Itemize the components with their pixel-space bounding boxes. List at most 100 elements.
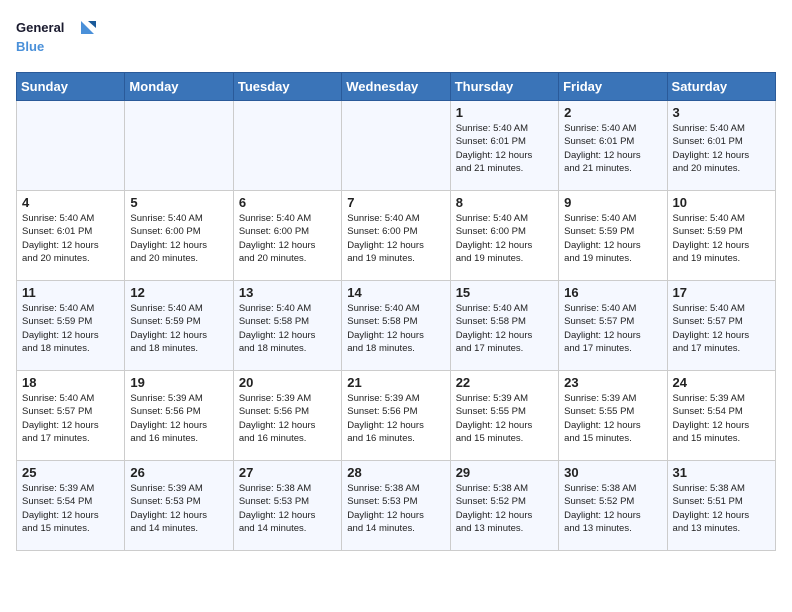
header-saturday: Saturday: [667, 73, 775, 101]
day-number: 20: [239, 375, 336, 390]
calendar-cell: 27 Sunrise: 5:38 AM Sunset: 5:53 PM Dayli…: [233, 461, 341, 551]
day-number: 25: [22, 465, 119, 480]
day-number: 28: [347, 465, 444, 480]
week-row-4: 18 Sunrise: 5:40 AM Sunset: 5:57 PM Dayli…: [17, 371, 776, 461]
day-number: 17: [673, 285, 770, 300]
calendar-table: SundayMondayTuesdayWednesdayThursdayFrid…: [16, 72, 776, 551]
day-info: Sunrise: 5:39 AM Sunset: 5:56 PM Dayligh…: [130, 392, 227, 445]
calendar-cell: 19 Sunrise: 5:39 AM Sunset: 5:56 PM Dayli…: [125, 371, 233, 461]
calendar-cell: [17, 101, 125, 191]
day-info: Sunrise: 5:40 AM Sunset: 5:59 PM Dayligh…: [564, 212, 661, 265]
day-info: Sunrise: 5:39 AM Sunset: 5:55 PM Dayligh…: [456, 392, 553, 445]
day-number: 23: [564, 375, 661, 390]
calendar-cell: 22Sunrise: 5:39 AM Sunset: 5:55 PM Dayli…: [450, 371, 558, 461]
day-info: Sunrise: 5:40 AM Sunset: 5:58 PM Dayligh…: [456, 302, 553, 355]
day-number: 18: [22, 375, 119, 390]
calendar-cell: 12 Sunrise: 5:40 AM Sunset: 5:59 PM Dayli…: [125, 281, 233, 371]
day-number: 27: [239, 465, 336, 480]
day-info: Sunrise: 5:40 AM Sunset: 5:59 PM Dayligh…: [673, 212, 770, 265]
day-number: 6: [239, 195, 336, 210]
logo: General Blue: [16, 16, 106, 60]
calendar-cell: 10 Sunrise: 5:40 AM Sunset: 5:59 PM Dayli…: [667, 191, 775, 281]
day-info: Sunrise: 5:38 AM Sunset: 5:51 PM Dayligh…: [673, 482, 770, 535]
calendar-cell: 2Sunrise: 5:40 AM Sunset: 6:01 PM Daylig…: [559, 101, 667, 191]
svg-text:Blue: Blue: [16, 39, 44, 54]
day-info: Sunrise: 5:40 AM Sunset: 6:01 PM Dayligh…: [22, 212, 119, 265]
day-number: 8: [456, 195, 553, 210]
calendar-cell: 16 Sunrise: 5:40 AM Sunset: 5:57 PM Dayli…: [559, 281, 667, 371]
calendar-cell: 15 Sunrise: 5:40 AM Sunset: 5:58 PM Dayli…: [450, 281, 558, 371]
day-info: Sunrise: 5:40 AM Sunset: 6:00 PM Dayligh…: [130, 212, 227, 265]
day-number: 3: [673, 105, 770, 120]
day-info: Sunrise: 5:40 AM Sunset: 5:57 PM Dayligh…: [673, 302, 770, 355]
day-number: 24: [673, 375, 770, 390]
day-info: Sunrise: 5:38 AM Sunset: 5:52 PM Dayligh…: [456, 482, 553, 535]
day-number: 1: [456, 105, 553, 120]
day-info: Sunrise: 5:40 AM Sunset: 5:59 PM Dayligh…: [22, 302, 119, 355]
calendar-cell: 4 Sunrise: 5:40 AM Sunset: 6:01 PM Daylig…: [17, 191, 125, 281]
calendar-cell: 24 Sunrise: 5:39 AM Sunset: 5:54 PM Dayli…: [667, 371, 775, 461]
day-info: Sunrise: 5:40 AM Sunset: 5:58 PM Dayligh…: [239, 302, 336, 355]
header-tuesday: Tuesday: [233, 73, 341, 101]
day-info: Sunrise: 5:39 AM Sunset: 5:53 PM Dayligh…: [130, 482, 227, 535]
calendar-cell: 25 Sunrise: 5:39 AM Sunset: 5:54 PM Dayli…: [17, 461, 125, 551]
calendar-cell: 14 Sunrise: 5:40 AM Sunset: 5:58 PM Dayli…: [342, 281, 450, 371]
header-thursday: Thursday: [450, 73, 558, 101]
day-number: 12: [130, 285, 227, 300]
calendar-cell: 23Sunrise: 5:39 AM Sunset: 5:55 PM Dayli…: [559, 371, 667, 461]
calendar-cell: 31Sunrise: 5:38 AM Sunset: 5:51 PM Dayli…: [667, 461, 775, 551]
day-number: 30: [564, 465, 661, 480]
calendar-cell: 3Sunrise: 5:40 AM Sunset: 6:01 PM Daylig…: [667, 101, 775, 191]
day-number: 26: [130, 465, 227, 480]
day-number: 7: [347, 195, 444, 210]
day-info: Sunrise: 5:40 AM Sunset: 5:58 PM Dayligh…: [347, 302, 444, 355]
svg-text:General: General: [16, 20, 64, 35]
day-info: Sunrise: 5:40 AM Sunset: 5:57 PM Dayligh…: [564, 302, 661, 355]
week-row-5: 25 Sunrise: 5:39 AM Sunset: 5:54 PM Dayli…: [17, 461, 776, 551]
day-info: Sunrise: 5:40 AM Sunset: 5:57 PM Dayligh…: [22, 392, 119, 445]
week-row-3: 11Sunrise: 5:40 AM Sunset: 5:59 PM Dayli…: [17, 281, 776, 371]
calendar-cell: 28Sunrise: 5:38 AM Sunset: 5:53 PM Dayli…: [342, 461, 450, 551]
calendar-cell: 7 Sunrise: 5:40 AM Sunset: 6:00 PM Daylig…: [342, 191, 450, 281]
day-info: Sunrise: 5:40 AM Sunset: 5:59 PM Dayligh…: [130, 302, 227, 355]
calendar-cell: 26 Sunrise: 5:39 AM Sunset: 5:53 PM Dayli…: [125, 461, 233, 551]
day-info: Sunrise: 5:38 AM Sunset: 5:53 PM Dayligh…: [239, 482, 336, 535]
calendar-cell: 1Sunrise: 5:40 AM Sunset: 6:01 PM Daylig…: [450, 101, 558, 191]
day-number: 5: [130, 195, 227, 210]
week-row-2: 4 Sunrise: 5:40 AM Sunset: 6:01 PM Daylig…: [17, 191, 776, 281]
day-info: Sunrise: 5:39 AM Sunset: 5:56 PM Dayligh…: [239, 392, 336, 445]
calendar-cell: 13 Sunrise: 5:40 AM Sunset: 5:58 PM Dayli…: [233, 281, 341, 371]
day-info: Sunrise: 5:38 AM Sunset: 5:52 PM Dayligh…: [564, 482, 661, 535]
calendar-cell: 18 Sunrise: 5:40 AM Sunset: 5:57 PM Dayli…: [17, 371, 125, 461]
day-number: 4: [22, 195, 119, 210]
day-number: 13: [239, 285, 336, 300]
day-info: Sunrise: 5:40 AM Sunset: 6:00 PM Dayligh…: [347, 212, 444, 265]
day-number: 19: [130, 375, 227, 390]
calendar-cell: 5 Sunrise: 5:40 AM Sunset: 6:00 PM Daylig…: [125, 191, 233, 281]
day-info: Sunrise: 5:40 AM Sunset: 6:00 PM Dayligh…: [239, 212, 336, 265]
calendar-cell: 21 Sunrise: 5:39 AM Sunset: 5:56 PM Dayli…: [342, 371, 450, 461]
header-monday: Monday: [125, 73, 233, 101]
calendar-cell: [125, 101, 233, 191]
calendar-cell: [342, 101, 450, 191]
week-row-1: 1Sunrise: 5:40 AM Sunset: 6:01 PM Daylig…: [17, 101, 776, 191]
day-info: Sunrise: 5:39 AM Sunset: 5:54 PM Dayligh…: [22, 482, 119, 535]
calendar-cell: 30 Sunrise: 5:38 AM Sunset: 5:52 PM Dayli…: [559, 461, 667, 551]
day-number: 16: [564, 285, 661, 300]
day-number: 15: [456, 285, 553, 300]
calendar-cell: 20 Sunrise: 5:39 AM Sunset: 5:56 PM Dayli…: [233, 371, 341, 461]
logo-svg: General Blue: [16, 16, 106, 60]
calendar-cell: [233, 101, 341, 191]
calendar-cell: 17 Sunrise: 5:40 AM Sunset: 5:57 PM Dayli…: [667, 281, 775, 371]
day-info: Sunrise: 5:39 AM Sunset: 5:54 PM Dayligh…: [673, 392, 770, 445]
header-row: SundayMondayTuesdayWednesdayThursdayFrid…: [17, 73, 776, 101]
day-number: 10: [673, 195, 770, 210]
day-number: 21: [347, 375, 444, 390]
calendar-cell: 6 Sunrise: 5:40 AM Sunset: 6:00 PM Daylig…: [233, 191, 341, 281]
header-sunday: Sunday: [17, 73, 125, 101]
day-number: 29: [456, 465, 553, 480]
day-info: Sunrise: 5:39 AM Sunset: 5:56 PM Dayligh…: [347, 392, 444, 445]
day-number: 2: [564, 105, 661, 120]
header: General Blue: [16, 16, 776, 60]
day-number: 14: [347, 285, 444, 300]
